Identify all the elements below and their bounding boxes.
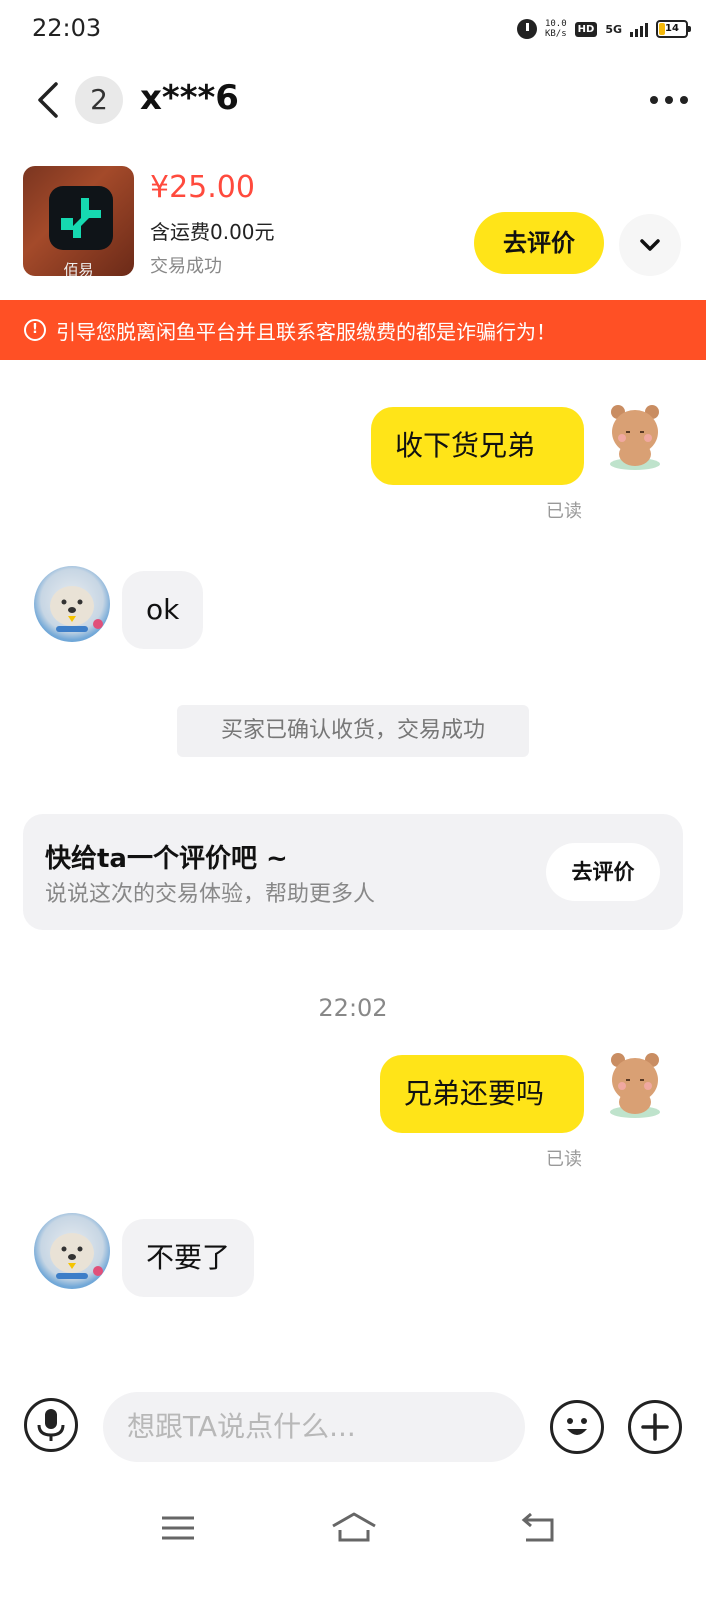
- review-button[interactable]: 去评价: [474, 212, 604, 274]
- fraud-warning-banner: ! 引导您脱离闲鱼平台并且联系客服缴费的都是诈骗行为！: [0, 300, 706, 360]
- bear-avatar-icon: [610, 405, 660, 470]
- message-timestamp: 22:02: [318, 994, 388, 1022]
- more-actions-button[interactable]: [628, 1400, 682, 1454]
- unread-count-badge[interactable]: 2: [75, 76, 123, 124]
- more-icon: [650, 96, 688, 104]
- voice-button[interactable]: [24, 1398, 78, 1452]
- deal-status: 交易成功: [150, 256, 222, 277]
- message-bubble-theirs[interactable]: 不要了: [122, 1219, 255, 1297]
- nav-back-button[interactable]: [518, 1508, 558, 1548]
- other-avatar[interactable]: [34, 1213, 110, 1289]
- read-status: 已读: [546, 501, 582, 522]
- app-logo-icon: [49, 186, 113, 250]
- system-note: 买家已确认收货，交易成功: [177, 705, 529, 757]
- emoji-button[interactable]: [550, 1400, 604, 1454]
- alarm-icon: [516, 19, 537, 39]
- emoji-icon: [567, 1418, 587, 1435]
- my-avatar[interactable]: [606, 402, 664, 470]
- message-bubble-mine[interactable]: 收下货兄弟: [371, 407, 584, 485]
- signal-icon: [630, 21, 648, 37]
- product-thumbnail[interactable]: 佰易: [23, 166, 134, 276]
- plus-icon: [641, 1413, 669, 1441]
- otter-avatar-icon: [50, 1233, 103, 1279]
- status-icons: 10.0 KB/s HD 5G 14: [516, 16, 691, 42]
- battery-icon: 14: [656, 20, 691, 38]
- review-prompt-card: 快给ta一个评价吧 ~ 说说这次的交易体验，帮助更多人 去评价: [23, 814, 683, 930]
- review-card-subtitle: 说说这次的交易体验，帮助更多人: [45, 882, 376, 907]
- my-avatar[interactable]: [606, 1050, 664, 1118]
- message-input[interactable]: 想跟TA说点什么...: [103, 1392, 525, 1462]
- network-speed: 10.0 KB/s: [545, 19, 567, 39]
- nav-menu-button[interactable]: [158, 1508, 198, 1548]
- otter-avatar-icon: [50, 586, 103, 632]
- chevron-left-icon: [38, 82, 58, 118]
- more-button[interactable]: [650, 96, 688, 104]
- bear-avatar-icon: [610, 1053, 660, 1118]
- back-button[interactable]: [32, 80, 72, 120]
- nav-home-button[interactable]: [330, 1508, 378, 1548]
- microphone-icon: [37, 1409, 65, 1441]
- home-icon: [332, 1512, 376, 1542]
- menu-icon: [162, 1516, 194, 1540]
- chevron-down-icon: [640, 239, 660, 251]
- 5g-icon: 5G: [605, 22, 622, 36]
- thumbnail-caption: 佰易: [63, 261, 94, 276]
- review-card-title: 快给ta一个评价吧 ~: [45, 844, 288, 874]
- chat-title[interactable]: x***6: [140, 78, 239, 118]
- warning-icon: !: [24, 319, 46, 341]
- expand-button[interactable]: [619, 214, 681, 276]
- back-icon: [521, 1512, 554, 1542]
- status-time: 22:03: [32, 14, 102, 42]
- network-speed-unit: KB/s: [544, 29, 567, 39]
- other-avatar[interactable]: [34, 566, 110, 642]
- hd-icon: HD: [574, 21, 598, 37]
- message-bubble-mine[interactable]: 兄弟还要吗: [380, 1055, 584, 1133]
- warning-text: 引导您脱离闲鱼平台并且联系客服缴费的都是诈骗行为！: [56, 319, 556, 344]
- read-status: 已读: [546, 1149, 582, 1170]
- product-price: ¥25.00: [150, 170, 255, 205]
- review-card-button[interactable]: 去评价: [546, 843, 660, 901]
- shipping-info: 含运费0.00元: [150, 220, 275, 244]
- message-bubble-theirs[interactable]: ok: [122, 571, 204, 649]
- network-speed-value: 10.0: [544, 19, 567, 29]
